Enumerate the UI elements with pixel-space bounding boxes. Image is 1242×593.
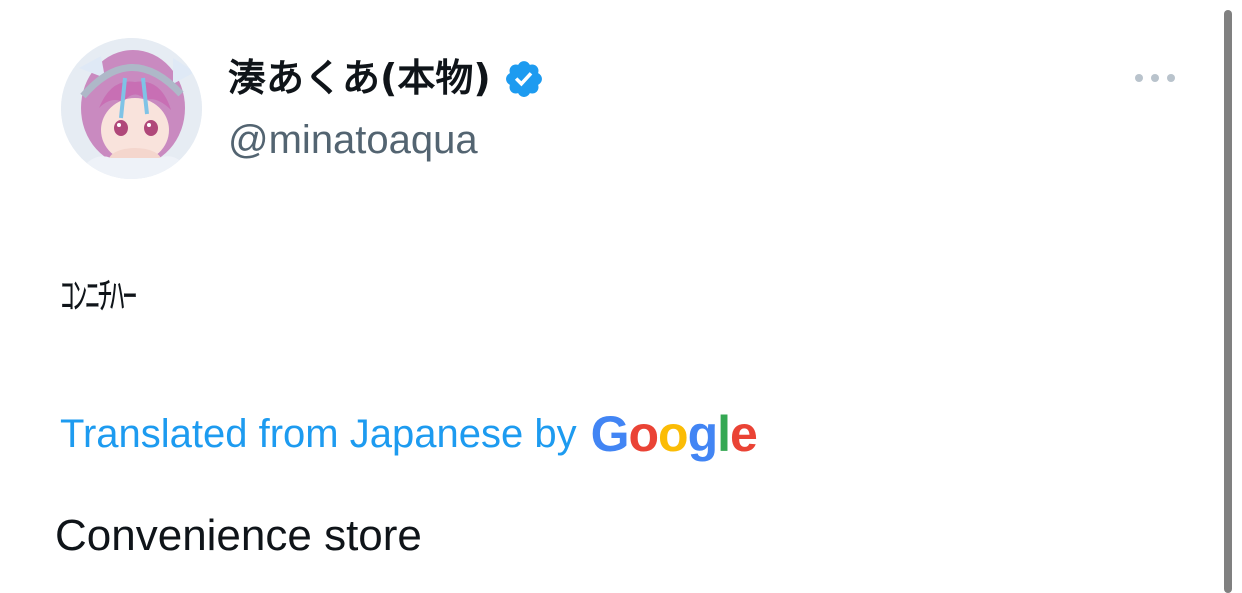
google-logo-letter: l bbox=[717, 406, 731, 462]
google-logo-letter: o bbox=[628, 406, 659, 462]
scrollbar[interactable] bbox=[1224, 10, 1232, 593]
translated-from-link[interactable]: Translated from Japanese by bbox=[60, 412, 577, 457]
google-logo-letter: e bbox=[730, 406, 758, 462]
more-options-button[interactable] bbox=[1124, 58, 1186, 98]
google-logo-letter: G bbox=[590, 406, 630, 462]
avatar-image bbox=[61, 38, 202, 179]
tweet-text: ｺﾝﾆﾁﾊｰ bbox=[60, 274, 137, 318]
avatar[interactable] bbox=[61, 38, 202, 179]
tweet[interactable]: 湊あくあ(本物) @minatoaqua ｺﾝﾆﾁﾊｰ Translated f… bbox=[0, 0, 1222, 593]
translation-attribution: Translated from Japanese by Google bbox=[60, 404, 758, 464]
google-logo-letter: g bbox=[687, 406, 719, 462]
google-logo: Google bbox=[590, 404, 758, 464]
google-logo-letter: o bbox=[658, 406, 689, 462]
translated-text: Convenience store bbox=[55, 511, 422, 560]
author-name-row[interactable]: 湊あくあ(本物) bbox=[228, 50, 545, 106]
verified-badge-icon[interactable] bbox=[503, 58, 545, 100]
author-display-name[interactable]: 湊あくあ(本物) bbox=[228, 50, 491, 106]
author-handle[interactable]: @minatoaqua bbox=[228, 112, 478, 168]
more-horizontal-icon bbox=[1135, 74, 1175, 82]
